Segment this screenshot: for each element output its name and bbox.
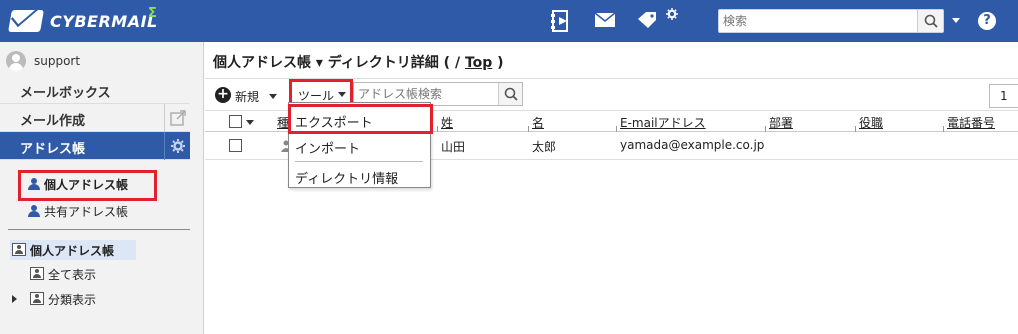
col-last-name[interactable]: 姓	[441, 114, 453, 131]
address-book-search-button[interactable]	[498, 83, 522, 105]
cell-first-name: 太郎	[532, 140, 557, 154]
highlight-export	[288, 104, 433, 134]
page-title-suffix: )	[492, 55, 504, 71]
logo-sigma: Σ	[148, 6, 157, 21]
mail-icon[interactable]	[594, 12, 616, 28]
col-position[interactable]: 役職	[859, 114, 883, 131]
tree-category-view[interactable]: 分類表示	[28, 289, 148, 309]
help-icon[interactable]: ?	[978, 12, 996, 30]
tree-show-all-label: 全て表示	[48, 268, 97, 282]
nav-mailbox[interactable]: メールボックス	[0, 76, 190, 104]
shared-address-book-label: 共有アドレス帳	[44, 205, 129, 219]
search-icon	[924, 14, 938, 28]
nav-mailbox-label: メールボックス	[20, 86, 111, 101]
category-view-icon	[30, 292, 44, 305]
global-search-input[interactable]	[723, 12, 909, 30]
tree-category-view-label: 分類表示	[48, 293, 97, 307]
expand-arrow-icon[interactable]	[12, 295, 17, 303]
nav-address-book[interactable]: アドレス帳	[0, 132, 190, 160]
directory-icon[interactable]	[550, 9, 572, 33]
gear-icon	[171, 139, 185, 153]
cell-email[interactable]: yamada@example.co.jp	[620, 138, 764, 152]
envelope-logo-icon	[8, 10, 44, 32]
logo-text: CYBERMAIL	[50, 12, 158, 31]
global-search	[718, 9, 944, 33]
new-caret-icon	[269, 94, 277, 99]
address-book-search-input[interactable]	[358, 85, 498, 103]
external-window-icon	[170, 110, 186, 126]
new-button-label: 新規	[235, 90, 260, 104]
highlight-personal-address-book	[18, 170, 157, 201]
col-first-name[interactable]: 名	[532, 114, 544, 131]
cell-last-name: 山田	[441, 140, 466, 154]
search-icon	[504, 87, 518, 101]
page-title: 個人アドレス帳 ▾ ディレクトリ詳細 ( / Top )	[213, 52, 504, 72]
gear-small-icon[interactable]	[666, 8, 678, 20]
tree-personal-address-book[interactable]: 個人アドレス帳	[10, 240, 136, 260]
nav-compose[interactable]: メール作成	[0, 104, 190, 132]
row-checkbox[interactable]	[229, 139, 242, 152]
nav-compose-label: メール作成	[20, 114, 86, 129]
compose-popout[interactable]	[164, 104, 190, 132]
page-number-input[interactable]: 1	[989, 84, 1018, 108]
menu-item-import-label: インポート	[295, 142, 361, 157]
page-title-prefix: 個人アドレス帳 ▾ ディレクトリ詳細 ( /	[213, 55, 465, 71]
sidebar-divider	[8, 229, 190, 230]
select-caret-icon[interactable]	[246, 120, 254, 125]
menu-separator	[295, 161, 423, 162]
address-book-icon	[12, 243, 26, 256]
shared-person-icon	[28, 205, 40, 217]
shared-address-book-item[interactable]: 共有アドレス帳	[22, 200, 152, 222]
menu-item-directory-info-label: ディレクトリ情報	[295, 172, 399, 187]
select-all-checkbox[interactable]	[229, 115, 242, 128]
top-bar: CYBERMAIL Σ ?	[0, 0, 1018, 42]
sidebar: support メールボックス メール作成 アドレス帳 個人アドレス帳 共有アド…	[0, 42, 204, 334]
address-book-settings[interactable]	[164, 132, 190, 160]
col-department[interactable]: 部署	[769, 114, 793, 131]
logo[interactable]: CYBERMAIL Σ	[8, 6, 160, 34]
search-options-caret-icon[interactable]	[952, 18, 960, 23]
nav-address-book-label: アドレス帳	[20, 142, 86, 157]
plus-icon: +	[215, 87, 231, 103]
col-phone[interactable]: 電話番号	[947, 114, 995, 131]
username: support	[34, 54, 81, 68]
avatar-icon	[6, 51, 26, 71]
global-search-button[interactable]	[917, 10, 943, 32]
menu-item-import[interactable]: インポート	[289, 135, 430, 157]
show-all-icon	[30, 267, 44, 280]
tool-caret-icon	[338, 92, 346, 97]
col-email[interactable]: E-mailアドレス	[620, 114, 706, 131]
breadcrumb-top-link[interactable]: Top	[465, 55, 492, 71]
menu-item-directory-info[interactable]: ディレクトリ情報	[289, 165, 430, 187]
main-content: 個人アドレス帳 ▾ ディレクトリ詳細 ( / Top ) + 新規 ツール 1 …	[205, 42, 1018, 334]
tag-icon[interactable]	[636, 11, 658, 29]
tree-personal-address-book-label: 個人アドレス帳	[30, 244, 115, 258]
tree-show-all[interactable]: 全て表示	[28, 264, 148, 284]
